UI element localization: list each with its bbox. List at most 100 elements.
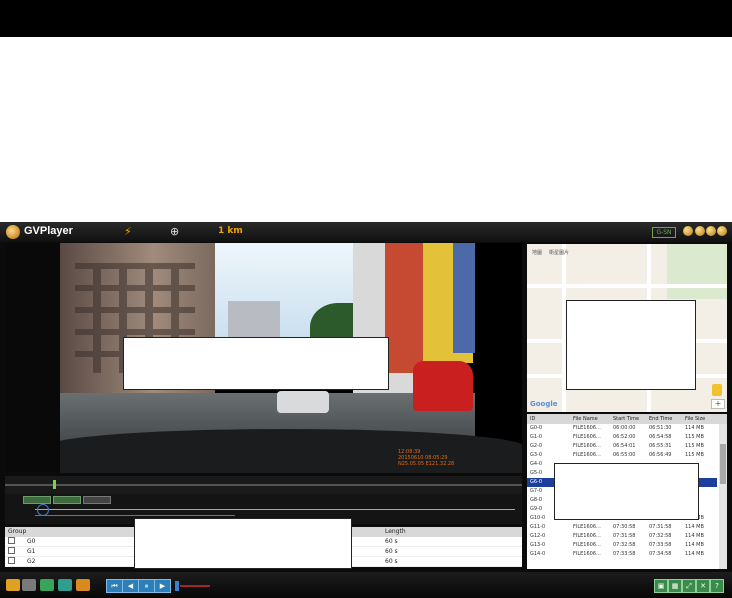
pause-button[interactable]: ⏸ xyxy=(138,579,155,593)
cell-id: G1-0 xyxy=(530,434,543,440)
cell-group: G1 xyxy=(27,548,36,555)
volume-slider-handle[interactable] xyxy=(175,581,179,591)
col-id[interactable]: ID xyxy=(530,414,535,424)
col-file-name[interactable]: File Name xyxy=(573,414,598,424)
graph-tab-y[interactable] xyxy=(53,496,81,504)
close-panel-button[interactable]: ✕ xyxy=(696,579,710,593)
export-icon[interactable] xyxy=(40,579,54,591)
row-checkbox[interactable] xyxy=(8,537,15,544)
cell-end: 07:32:58 xyxy=(649,533,672,539)
rewind-button[interactable]: ◀ xyxy=(122,579,139,593)
cell-end: 06:55:31 xyxy=(649,443,672,449)
cell-id: G12-0 xyxy=(530,533,546,539)
cell-name: FILE1606... xyxy=(573,452,601,458)
cell-start: 06:55:00 xyxy=(613,452,636,458)
row-checkbox[interactable] xyxy=(8,557,15,564)
expand-button[interactable]: ⤢ xyxy=(682,579,696,593)
playback-timeline[interactable] xyxy=(5,476,522,494)
list-item[interactable]: G12-0 FILE1606... 07:31:58 07:32:58 114 MB xyxy=(527,532,717,541)
satellite-icon: ⚡ xyxy=(124,225,132,238)
cell-name: FILE1606... xyxy=(573,533,601,539)
open-folder-icon[interactable] xyxy=(6,579,20,591)
app-logo-icon xyxy=(6,225,20,239)
file-list-scrollbar[interactable] xyxy=(719,424,727,569)
list-item[interactable]: G14-0 FILE1606... 07:33:58 07:34:58 114 MB xyxy=(527,550,717,559)
graph-tab-x[interactable] xyxy=(23,496,51,504)
cell-id: G3-0 xyxy=(530,452,543,458)
cell-name: FILE1606... xyxy=(573,434,601,440)
speed-readout: 1 km xyxy=(218,226,243,236)
fullscreen-button[interactable]: ▣ xyxy=(654,579,668,593)
video-building-right-blue xyxy=(453,243,475,353)
bottom-toolbar: ⏮ ◀ ⏸ ▶ ▣ ▦ ⤢ ✕ ? xyxy=(0,572,732,598)
map-icon[interactable] xyxy=(76,579,90,591)
list-item[interactable]: G3-0 FILE1606... 06:55:00 06:56:49 115 MB xyxy=(527,451,717,460)
volume-slider[interactable] xyxy=(180,585,210,587)
map-type-satellite[interactable]: 衛星圖片 xyxy=(549,249,569,256)
help-panel-button[interactable]: ? xyxy=(710,579,724,593)
list-item[interactable]: G13-0 FILE1606... 07:32:58 07:33:58 114 MB xyxy=(527,541,717,550)
cell-start: 07:32:58 xyxy=(613,542,636,548)
row-checkbox[interactable] xyxy=(8,547,15,554)
cell-length: 60 s xyxy=(385,548,398,555)
cell-size: 114 MB xyxy=(685,425,704,431)
timeline-handle[interactable] xyxy=(53,480,56,489)
play-button[interactable]: ▶ xyxy=(154,579,171,593)
cell-end: 07:31:58 xyxy=(649,524,672,530)
cell-end: 07:33:58 xyxy=(649,542,672,548)
osd-line: N25.05.05 E121.32.28 xyxy=(398,461,455,467)
list-item[interactable]: G11-0 FILE1606... 07:30:58 07:31:58 114 MB xyxy=(527,523,717,532)
maximize-button[interactable] xyxy=(706,226,716,236)
cell-start: 07:30:58 xyxy=(613,524,636,530)
cell-group: G2 xyxy=(27,558,36,565)
map-type-map[interactable]: 地圖 xyxy=(532,249,542,256)
col-end-time[interactable]: End Time xyxy=(649,414,672,424)
graph-tab-z[interactable] xyxy=(83,496,111,504)
list-item[interactable]: G1-0 FILE1606... 06:52:00 06:54:58 115 MB xyxy=(527,433,717,442)
cell-id: G7-0 xyxy=(530,488,543,494)
cell-end: 06:54:58 xyxy=(649,434,672,440)
video-car-white xyxy=(277,391,329,413)
cell-length: 60 s xyxy=(385,538,398,545)
street-view-icon[interactable] xyxy=(712,384,722,396)
graph-line-x xyxy=(35,509,515,510)
col-length[interactable]: Length xyxy=(385,527,406,537)
cell-id: G10-0 xyxy=(530,515,546,521)
help-button[interactable] xyxy=(683,226,693,236)
cell-id: G2-0 xyxy=(530,443,543,449)
gvplayer-window: GVPlayer ⚡ ⊕ 1 km G-SN 12:08:39 20150610… xyxy=(0,222,732,598)
map-park xyxy=(667,244,727,299)
cell-length: 60 s xyxy=(385,558,398,565)
zoom-in-button[interactable]: + xyxy=(711,399,725,409)
cell-start: 06:54:01 xyxy=(613,443,636,449)
cell-size: 114 MB xyxy=(685,542,704,548)
cell-start: 06:00:00 xyxy=(613,425,636,431)
callout-box-filelist xyxy=(554,463,699,520)
cell-start: 07:33:58 xyxy=(613,551,636,557)
cell-id: G9-0 xyxy=(530,506,543,512)
list-item[interactable]: G2-0 FILE1606... 06:54:01 06:55:31 115 MB xyxy=(527,442,717,451)
cell-group: G0 xyxy=(27,538,36,545)
col-start-time[interactable]: Start Time xyxy=(613,414,639,424)
layout-button[interactable]: ▦ xyxy=(668,579,682,593)
cell-name: FILE1606... xyxy=(573,443,601,449)
cell-name: FILE1606... xyxy=(573,542,601,548)
map-road xyxy=(527,284,727,288)
minimize-button[interactable] xyxy=(695,226,705,236)
timeline-track xyxy=(5,484,522,486)
cell-size: 114 MB xyxy=(685,551,704,557)
settings-icon[interactable] xyxy=(22,579,36,591)
snapshot-icon[interactable] xyxy=(58,579,72,591)
cell-end: 07:34:58 xyxy=(649,551,672,557)
video-building-right-red xyxy=(385,243,425,373)
cell-id: G13-0 xyxy=(530,542,546,548)
col-file-size[interactable]: File Size xyxy=(685,414,705,424)
scrollbar-thumb[interactable] xyxy=(720,444,726,484)
cell-end: 06:51:30 xyxy=(649,425,672,431)
cell-id: G14-0 xyxy=(530,551,546,557)
list-item[interactable]: G0-0 FILE1606... 06:00:00 06:51:30 114 MB xyxy=(527,424,717,433)
col-group[interactable]: Group xyxy=(8,527,26,537)
callout-box-video xyxy=(123,337,389,390)
previous-button[interactable]: ⏮ xyxy=(106,579,123,593)
close-button[interactable] xyxy=(717,226,727,236)
